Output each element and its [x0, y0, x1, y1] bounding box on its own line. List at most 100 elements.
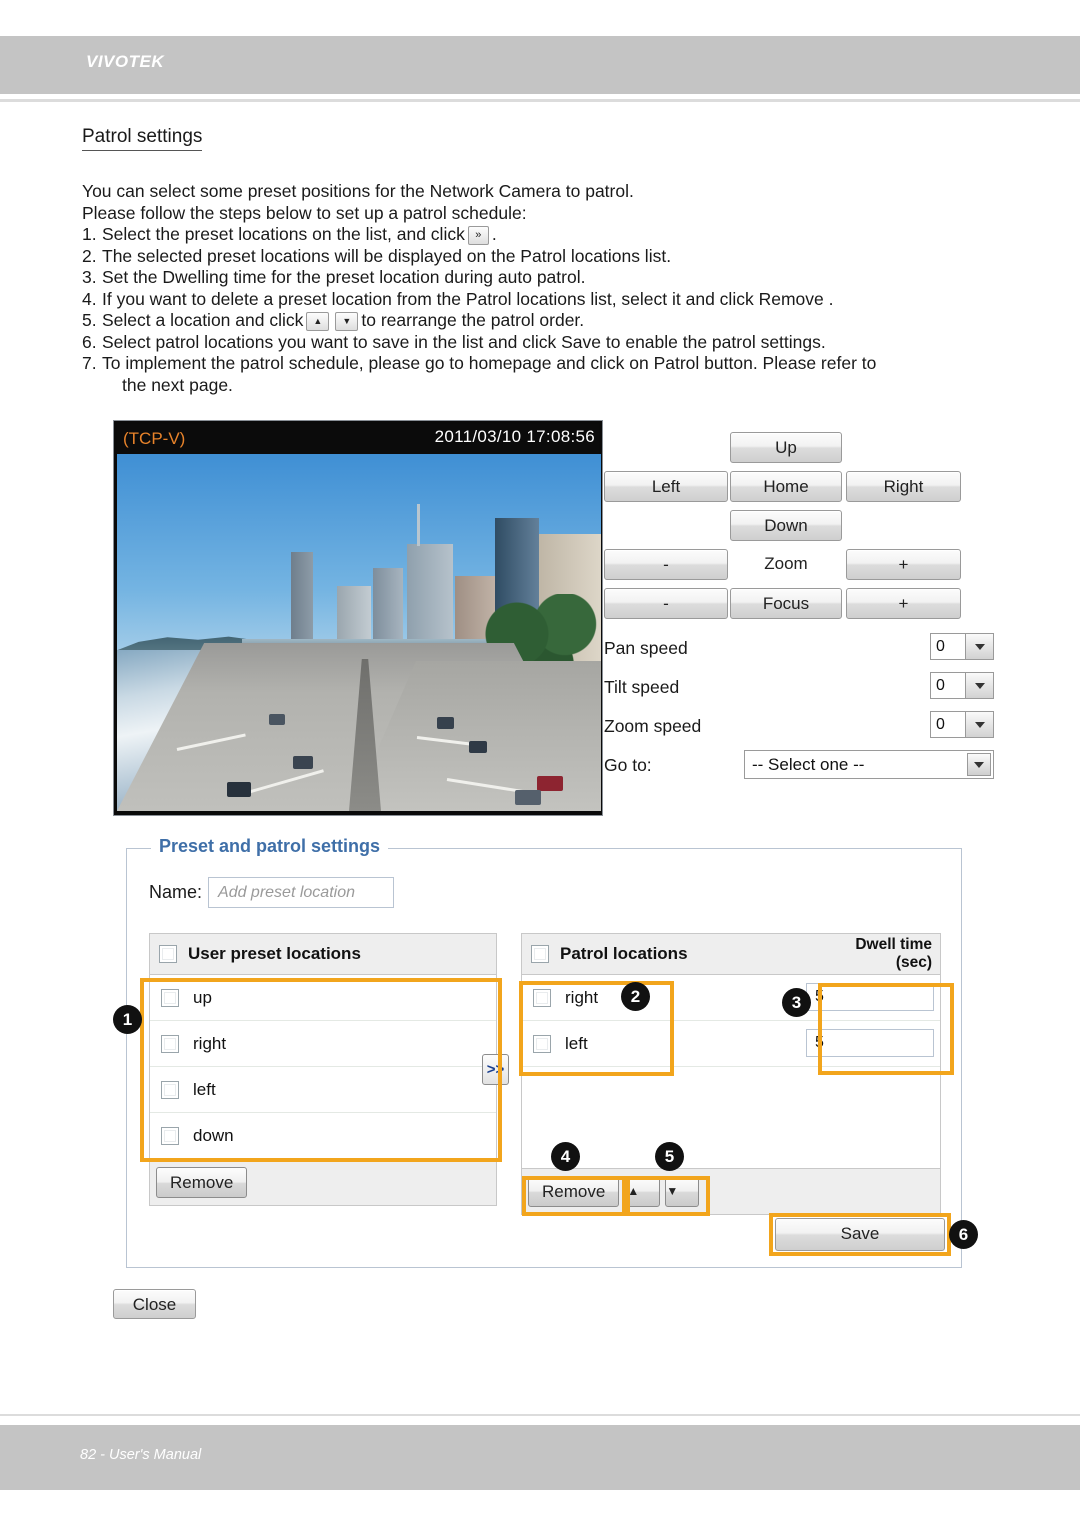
zoom-speed-label: Zoom speed [604, 716, 702, 736]
list-item[interactable]: left [150, 1067, 496, 1113]
focus-far-button[interactable]: + [846, 588, 961, 619]
live-video-pane[interactable]: (TCP-V) 2011/03/10 17:08:56 [113, 420, 603, 816]
dwell-time-header-line2: (sec) [895, 954, 932, 971]
preset-name-input[interactable]: Add preset location [208, 877, 395, 908]
step-number: 2. [82, 245, 97, 266]
zoom-out-button[interactable]: - [604, 549, 728, 580]
step-3: 3. Set the Dwelling time for the preset … [82, 267, 1032, 289]
patrol-location-checkbox[interactable] [533, 1034, 551, 1053]
list-item[interactable]: right [150, 1021, 496, 1067]
user-preset-checkbox[interactable] [161, 1127, 179, 1145]
video-osd-bar: (TCP-V) 2011/03/10 17:08:56 [117, 424, 599, 454]
tilt-speed-row: Tilt speed 0 [604, 672, 1004, 711]
step-text-after: to rearrange the patrol order. [361, 310, 585, 330]
move-up-button[interactable]: ▲ [626, 1176, 661, 1207]
user-preset-checkbox[interactable] [161, 988, 179, 1007]
dwell-time-input[interactable]: 5 [806, 1029, 934, 1057]
vehicle [469, 741, 487, 753]
ptz-row-zoom: - Zoom + [604, 549, 1004, 588]
step-number: 5. [82, 310, 97, 330]
user-preset-list-footer: Remove [149, 1160, 497, 1206]
stream-protocol-label: (TCP-V) [123, 429, 186, 448]
patrol-list-body: right 5 left 5 [521, 975, 941, 1169]
goto-row: Go to: -- Select one -- [604, 750, 1004, 790]
patrol-list-footer: Remove ▲ ▼ [521, 1169, 941, 1215]
focus-near-button[interactable]: - [604, 588, 728, 619]
tilt-speed-value[interactable]: 0 [930, 672, 966, 699]
pan-left-button[interactable]: Left [604, 471, 728, 502]
step-number: 7. [82, 353, 97, 373]
page-number-label: 82 - User's Manual [80, 1447, 202, 1463]
step-text: Set the Dwelling time for the preset loc… [102, 267, 586, 287]
zoom-speed-value[interactable]: 0 [930, 711, 966, 738]
remove-patrol-location-button[interactable]: Remove [528, 1176, 620, 1207]
step-text: the next page. [122, 374, 233, 395]
step-4: 4. If you want to delete a preset locati… [82, 289, 1032, 311]
tilt-speed-dropdown-button[interactable] [966, 672, 994, 699]
header-divider [0, 99, 1080, 102]
step-6: 6. Select patrol locations you want to s… [82, 332, 1032, 354]
page-footer-bar: 82 - User's Manual [0, 1425, 1080, 1490]
goto-dropdown-button[interactable] [967, 753, 991, 776]
patrol-list-header: Patrol locations Dwell time (sec) [521, 933, 941, 975]
goto-label: Go to: [604, 755, 652, 775]
user-preset-checkbox[interactable] [161, 1080, 179, 1099]
dwell-time-header-line1: Dwell time [855, 936, 932, 953]
vehicle [437, 717, 454, 729]
list-item[interactable]: right 5 [522, 975, 940, 1021]
list-item[interactable]: down [150, 1113, 496, 1159]
step-text-before: Select the preset locations on the list,… [102, 224, 465, 244]
step-number: 4. [82, 288, 97, 309]
step-number: 3. [82, 267, 97, 287]
home-button[interactable]: Home [730, 471, 842, 502]
list-item[interactable]: left 5 [522, 1021, 940, 1067]
step-7-continuation: the next page. [82, 375, 1032, 397]
video-frame[interactable] [117, 454, 601, 811]
user-preset-checkbox[interactable] [161, 1034, 179, 1053]
step-5: 5. Select a location and click ▲ ▼ to rearr… [82, 310, 1032, 332]
marker-3: 3 [782, 988, 811, 1017]
zoom-speed-row: Zoom speed 0 [604, 711, 1004, 750]
user-preset-locations-box: User preset locations up right left down… [149, 933, 497, 1206]
move-down-button[interactable]: ▼ [665, 1176, 700, 1207]
user-preset-list-header: User preset locations [149, 933, 497, 975]
patrol-location-label: right [565, 987, 599, 1007]
dwell-time-header: Dwell time (sec) [855, 936, 932, 972]
pan-up-button[interactable]: Up [730, 432, 842, 463]
video-timestamp: 2011/03/10 17:08:56 [434, 427, 595, 446]
save-button[interactable]: Save [775, 1218, 945, 1251]
focus-button[interactable]: Focus [730, 588, 842, 619]
footer-divider [0, 1414, 1080, 1416]
user-preset-label: right [193, 1033, 227, 1053]
pan-down-button[interactable]: Down [730, 510, 842, 541]
goto-selected-value: -- Select one -- [752, 755, 865, 774]
step-7: 7. To implement the patrol schedule, ple… [82, 353, 1032, 375]
marker-1: 1 [113, 1005, 142, 1034]
step-text-after: . [491, 224, 497, 244]
transfer-to-patrol-button[interactable]: >> [482, 1054, 509, 1085]
goto-select[interactable]: -- Select one -- [744, 750, 994, 779]
close-button[interactable]: Close [113, 1289, 196, 1319]
step-text: Select a location and click ▲ ▼ to rearrang… [102, 310, 1032, 332]
marker-5: 5 [655, 1142, 684, 1171]
ptz-row-down: Down [604, 510, 1004, 549]
user-preset-label: left [193, 1079, 216, 1099]
zoom-label: Zoom [764, 554, 808, 573]
user-preset-label: up [193, 987, 212, 1007]
chevron-down-icon [974, 761, 984, 768]
list-item[interactable]: up [150, 975, 496, 1021]
remove-user-preset-button[interactable]: Remove [156, 1167, 248, 1198]
step-text: If you want to delete a preset location … [102, 288, 834, 309]
dwell-time-input[interactable]: 5 [806, 983, 934, 1011]
select-all-patrol-locations-checkbox[interactable] [531, 945, 549, 963]
step-text: Select patrol locations you want to save… [102, 331, 826, 352]
patrol-location-checkbox[interactable] [533, 988, 551, 1007]
pan-speed-dropdown-button[interactable] [966, 633, 994, 660]
pan-speed-value[interactable]: 0 [930, 633, 966, 660]
zoom-speed-dropdown-button[interactable] [966, 711, 994, 738]
pan-right-button[interactable]: Right [846, 471, 961, 502]
user-preset-list-body: up right left down [149, 975, 497, 1160]
zoom-in-button[interactable]: + [846, 549, 961, 580]
chevron-down-icon [974, 721, 985, 728]
select-all-user-presets-checkbox[interactable] [159, 945, 177, 963]
